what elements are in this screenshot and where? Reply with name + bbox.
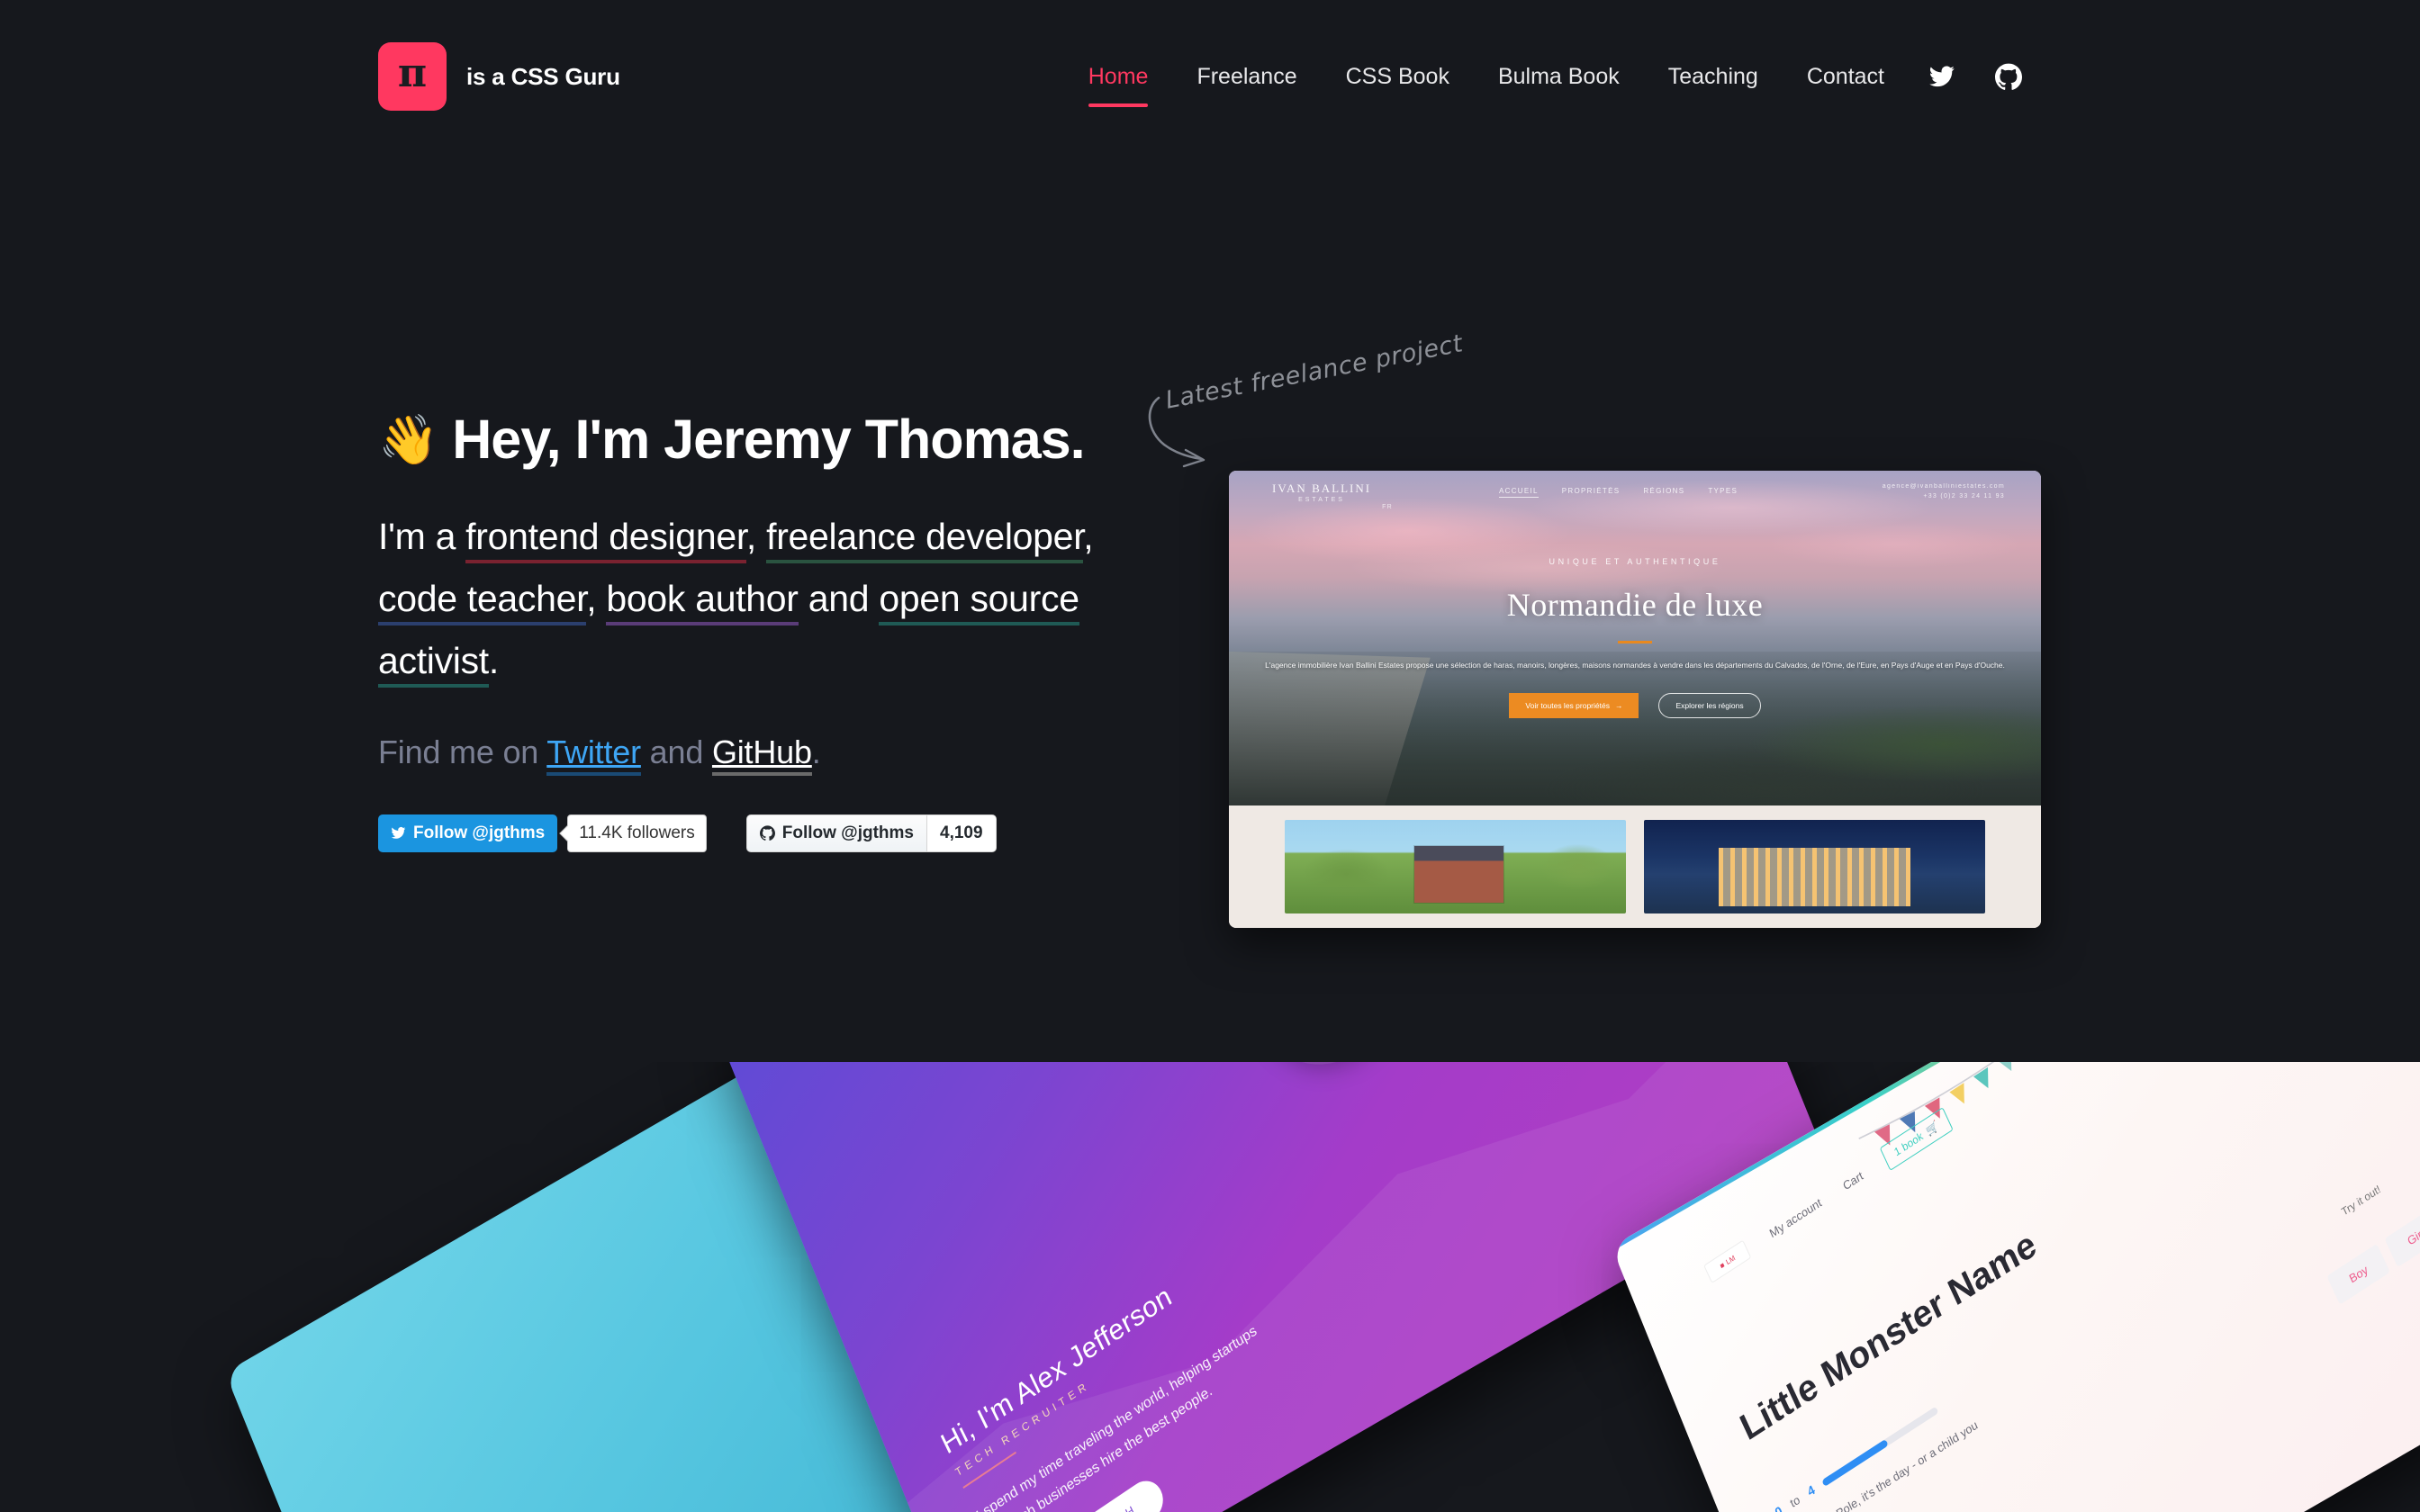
property-photo-daytime[interactable] <box>1285 820 1626 914</box>
nav-item-teaching[interactable]: Teaching <box>1644 64 1783 90</box>
mockups-showcase: Hi, I'm Alex Jefferson TECH RECRUITER I … <box>0 1062 2420 1512</box>
github-follow-group: Follow @jgthms 4,109 <box>745 814 997 852</box>
property-photo-night[interactable] <box>1644 820 1985 914</box>
sep-1: , <box>745 516 767 558</box>
role-freelance-developer: freelance developer <box>766 516 1084 564</box>
shot-brand-line2: ESTATES <box>1298 497 1345 504</box>
twitter-follow-label: Follow @jgthms <box>413 823 546 842</box>
shot-contact-phone[interactable]: +33 (0)2 33 24 11 93 <box>1883 492 2005 502</box>
shot-contact-email[interactable]: agence@ivanballiniestates.com <box>1883 482 2005 492</box>
nav-item-home[interactable]: Home <box>1064 64 1173 107</box>
hero-intro-prefix: I'm a <box>378 516 466 558</box>
hero-left: 👋 Hey, I'm Jeremy Thomas. I'm a frontend… <box>378 409 1143 852</box>
find-prefix: Find me on <box>378 733 547 770</box>
annotation-label: Latest freelance project <box>1163 329 1466 415</box>
monster-gender-girl[interactable]: Girl <box>2384 1207 2420 1268</box>
find-period: . <box>811 733 821 770</box>
role-book-author: book author <box>606 577 799 626</box>
avatar <box>1234 1062 1414 1087</box>
monster-try-label: Try it out! <box>2339 1182 2383 1219</box>
profile-name: Hi, I'm Alex Jefferson <box>935 1279 1177 1461</box>
shot-brand: IVAN BALLINI ESTATES <box>1272 481 1371 505</box>
monster-gender-boy[interactable]: Boy <box>2326 1244 2390 1306</box>
cart-icon: 🛒 <box>1924 1119 1941 1138</box>
brand[interactable]: π is a CSS Guru <box>378 42 620 111</box>
role-frontend-designer: frontend designer <box>465 516 746 564</box>
hero-period: . <box>488 639 499 681</box>
waving-hand-emoji: 👋 <box>378 412 438 467</box>
github-icon[interactable] <box>1975 63 2042 90</box>
shot-nav-types[interactable]: TYPES <box>1708 487 1738 498</box>
profile-cta-button[interactable]: GET IN TOUCH <box>1005 1473 1170 1512</box>
monster-age-max: 4 <box>1804 1481 1818 1499</box>
twitter-followers-count[interactable]: 11.4K followers <box>567 814 707 852</box>
shot-description: L'agence immobilière Ivan Ballini Estate… <box>1265 661 2005 670</box>
shot-divider <box>1618 641 1652 644</box>
annotation-arrow-icon <box>1148 396 1205 468</box>
shot-gallery <box>1229 806 2041 928</box>
shot-nav-accueil[interactable]: ACCUEIL <box>1499 487 1539 498</box>
shot-nav-proprietes[interactable]: PROPRIÉTÉS <box>1562 487 1621 498</box>
twitter-follow-group: Follow @jgthms 11.4K followers <box>378 814 707 852</box>
find-and: and <box>640 733 712 770</box>
shot-navbar: IVAN BALLINI ESTATES FR ACCUEIL PROPRIÉT… <box>1229 471 2041 514</box>
nav-item-contact[interactable]: Contact <box>1783 64 1909 90</box>
twitter-icon[interactable] <box>1909 63 1975 90</box>
sep-3: , <box>586 577 607 619</box>
nav-item-bulma-book[interactable]: Bulma Book <box>1474 64 1644 90</box>
monster-age-mid: to <box>1787 1492 1802 1510</box>
social-buttons: Follow @jgthms 11.4K followers Follow @j… <box>378 814 1143 852</box>
shot-nav-regions[interactable]: RÉGIONS <box>1643 487 1684 498</box>
shot-hero: IVAN BALLINI ESTATES FR ACCUEIL PROPRIÉT… <box>1229 471 2041 806</box>
shot-primary-button-label: Voir toutes les propriétés <box>1525 701 1610 711</box>
github-link[interactable]: GitHub <box>711 733 812 776</box>
profile-divider <box>962 1452 1017 1490</box>
shot-brand-line1: IVAN BALLINI <box>1272 481 1372 495</box>
github-follow-label: Follow @jgthms <box>781 823 914 842</box>
shot-contact: agence@ivanballiniestates.com +33 (0)2 3… <box>1883 482 2005 502</box>
monster-gender-picker: Boy Girl <box>2326 1207 2420 1306</box>
shot-hero-content: UNIQUE ET AUTHENTIQUE Normandie de luxe … <box>1229 557 2041 719</box>
logo-pi-icon[interactable]: π <box>378 42 447 111</box>
sep-2: , <box>1083 516 1094 558</box>
nav-item-freelance[interactable]: Freelance <box>1172 64 1321 90</box>
monster-logo-icon[interactable]: ■ LM <box>1703 1239 1752 1283</box>
hero-roles-paragraph: I'm a frontend designer, freelance devel… <box>378 506 1098 692</box>
shot-headline: Normandie de luxe <box>1506 587 1764 623</box>
shot-kicker: UNIQUE ET AUTHENTIQUE <box>1549 557 1721 566</box>
twitter-link[interactable]: Twitter <box>546 733 641 776</box>
shot-buttons: Voir toutes les propriétés → Explorer le… <box>1229 693 2041 719</box>
monster-age-min: 0 <box>1772 1503 1784 1512</box>
shot-language-selector[interactable]: FR <box>1382 504 1393 514</box>
monster-nav-account[interactable]: My account <box>1767 1194 1824 1239</box>
shot-secondary-button[interactable]: Explorer les régions <box>1658 693 1761 719</box>
shot-primary-button[interactable]: Voir toutes les propriétés → <box>1509 693 1639 719</box>
profile-role: TECH RECRUITER <box>953 1378 1092 1480</box>
shot-nav-links: ACCUEIL PROPRIÉTÉS RÉGIONS TYPES <box>1499 487 1738 498</box>
nav-item-css-book[interactable]: CSS Book <box>1322 64 1474 90</box>
twitter-follow-button[interactable]: Follow @jgthms <box>378 814 558 852</box>
github-followers-count[interactable]: 4,109 <box>926 814 996 851</box>
navbar: π is a CSS Guru Home Freelance CSS Book … <box>0 0 2420 153</box>
sep-and: and <box>798 577 880 619</box>
freelance-project-screenshot[interactable]: IVAN BALLINI ESTATES FR ACCUEIL PROPRIÉT… <box>1229 471 2041 928</box>
brand-tagline: is a CSS Guru <box>466 62 620 90</box>
page-title: 👋 Hey, I'm Jeremy Thomas. <box>378 409 1143 470</box>
hero-heading-text: Hey, I'm Jeremy Thomas. <box>452 409 1085 470</box>
github-follow-button[interactable]: Follow @jgthms <box>747 815 926 851</box>
annotation: Latest freelance project <box>1148 329 1490 468</box>
role-code-teacher: code teacher <box>378 577 587 626</box>
find-me-line: Find me on Twitter and GitHub. <box>378 733 1143 776</box>
profile-text-block: Hi, I'm Alex Jefferson TECH RECRUITER I … <box>936 1062 1603 1512</box>
nav-menu: Home Freelance CSS Book Bulma Book Teach… <box>1064 63 2042 107</box>
arrow-right-icon: → <box>1614 701 1623 711</box>
monster-nav-cart[interactable]: Cart <box>1840 1167 1865 1192</box>
